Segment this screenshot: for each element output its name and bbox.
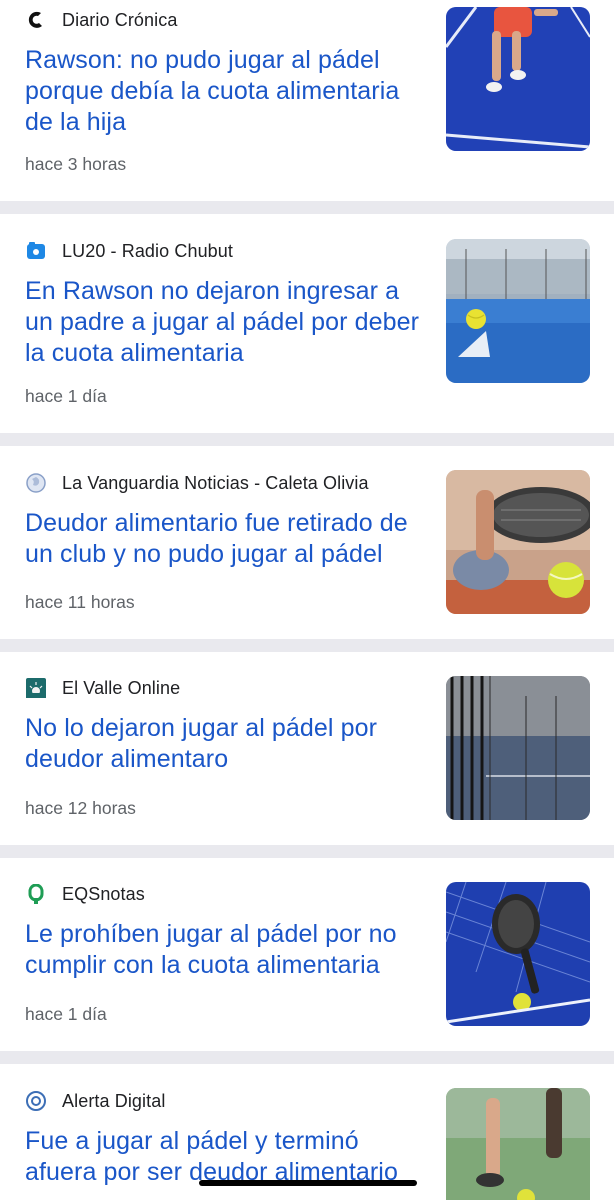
card-separator bbox=[0, 1051, 614, 1064]
card-separator bbox=[0, 845, 614, 858]
article-timestamp: hace 3 horas bbox=[25, 154, 127, 174]
article-thumbnail[interactable] bbox=[446, 470, 590, 614]
article-source: LU20 - Radio Chubut bbox=[25, 239, 233, 263]
article-headline[interactable]: Fue a jugar al pádel y terminó afuera po… bbox=[25, 1126, 425, 1188]
article-card[interactable]: El Valle Online No lo dejaron jugar al p… bbox=[0, 652, 614, 845]
article-card[interactable]: La Vanguardia Noticias - Caleta Olivia D… bbox=[0, 446, 614, 639]
el-valle-logo-icon bbox=[25, 677, 47, 699]
article-thumbnail[interactable] bbox=[446, 676, 590, 820]
card-separator bbox=[0, 201, 614, 214]
article-headline[interactable]: En Rawson no dejaron ingresar a un padre… bbox=[25, 276, 425, 369]
article-card[interactable]: LU20 - Radio Chubut En Rawson no dejaron… bbox=[0, 214, 614, 433]
article-thumbnail[interactable] bbox=[446, 7, 590, 151]
article-headline[interactable]: Le prohíben jugar al pádel por no cumpli… bbox=[25, 919, 420, 981]
source-name: La Vanguardia Noticias - Caleta Olivia bbox=[62, 472, 369, 493]
article-thumbnail[interactable] bbox=[446, 1088, 590, 1200]
article-headline[interactable]: Deudor alimentario fue retirado de un cl… bbox=[25, 508, 435, 570]
article-source: Diario Crónica bbox=[25, 8, 177, 32]
article-source: La Vanguardia Noticias - Caleta Olivia bbox=[25, 471, 369, 495]
source-name: EQSnotas bbox=[62, 883, 145, 904]
article-headline[interactable]: No lo dejaron jugar al pádel por deudor … bbox=[25, 713, 395, 775]
radio-chubut-logo-icon bbox=[25, 240, 47, 262]
article-thumbnail[interactable] bbox=[446, 882, 590, 1026]
source-name: LU20 - Radio Chubut bbox=[62, 240, 234, 261]
eqsnotas-logo-icon bbox=[25, 883, 47, 905]
cronica-logo-icon bbox=[25, 9, 47, 31]
article-timestamp: hace 1 día bbox=[25, 1004, 107, 1024]
source-name: Diario Crónica bbox=[62, 9, 178, 30]
card-separator bbox=[0, 639, 614, 652]
article-timestamp: hace 12 horas bbox=[25, 798, 136, 818]
article-card[interactable]: Diario Crónica Rawson: no pudo jugar al … bbox=[0, 0, 614, 201]
card-separator bbox=[0, 433, 614, 446]
news-feed: Diario Crónica Rawson: no pudo jugar al … bbox=[0, 0, 614, 1200]
source-name: Alerta Digital bbox=[62, 1090, 166, 1111]
article-headline[interactable]: Rawson: no pudo jugar al pádel porque de… bbox=[25, 45, 425, 138]
article-card[interactable]: EQSnotas Le prohíben jugar al pádel por … bbox=[0, 858, 614, 1051]
article-source: EQSnotas bbox=[25, 882, 145, 906]
home-indicator[interactable] bbox=[199, 1180, 417, 1186]
alerta-digital-logo-icon bbox=[25, 1090, 47, 1112]
article-timestamp: hace 11 horas bbox=[25, 592, 135, 612]
article-source: El Valle Online bbox=[25, 676, 180, 700]
article-thumbnail[interactable] bbox=[446, 239, 590, 383]
globe-icon bbox=[25, 472, 47, 494]
article-timestamp: hace 1 día bbox=[25, 386, 107, 406]
article-source: Alerta Digital bbox=[25, 1089, 165, 1113]
source-name: El Valle Online bbox=[62, 677, 181, 698]
